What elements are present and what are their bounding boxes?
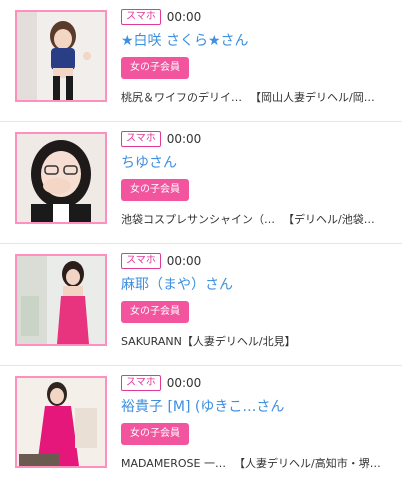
device-badge: スマホ xyxy=(121,9,161,25)
profile-photo[interactable] xyxy=(15,10,107,102)
member-type-badge: 女の子会員 xyxy=(121,179,189,201)
shop-name: 桃尻＆ワイフのデリイ… xyxy=(121,91,242,104)
device-badge: スマホ xyxy=(121,253,161,269)
woman-glasses-photo xyxy=(17,134,105,222)
shop-info[interactable]: MADAMEROSE 一… 【人妻デリヘル/高知市・堺… xyxy=(121,455,392,471)
login-time: 00:00 xyxy=(166,254,202,268)
woman-blue-outfit-photo xyxy=(17,12,105,100)
list-item[interactable]: スマホ 00:00 麻耶（まや）さん 女の子会員 SAKURANN【人妻デリヘル… xyxy=(0,244,402,366)
device-badge: スマホ xyxy=(121,131,161,147)
shop-name: MADAMEROSE 一… xyxy=(121,457,226,470)
shop-info[interactable]: SAKURANN【人妻デリヘル/北見】 xyxy=(121,333,392,349)
list-item[interactable]: スマホ 00:00 ちゆさん 女の子会員 池袋コスプレサンシャイン（… 【デリヘル… xyxy=(0,122,402,244)
list-item[interactable]: スマホ 00:00 ★白咲 さくら★さん 女の子会員 桃尻＆ワイフのデリイ… 【岡… xyxy=(0,0,402,122)
member-name-link[interactable]: ★白咲 さくら★さん xyxy=(121,32,392,50)
woman-pink-dress-photo xyxy=(17,256,105,344)
shop-tag: 【デリヘル/池袋… xyxy=(283,213,375,226)
member-list: スマホ 00:00 ★白咲 さくら★さん 女の子会員 桃尻＆ワイフのデリイ… 【岡… xyxy=(0,0,402,480)
member-name-link[interactable]: 裕貴子 [M] (ゆきこ…さん xyxy=(121,398,392,416)
shop-info[interactable]: 池袋コスプレサンシャイン（… 【デリヘル/池袋… xyxy=(121,211,392,227)
member-type-badge: 女の子会員 xyxy=(121,57,189,79)
shop-info[interactable]: 桃尻＆ワイフのデリイ… 【岡山人妻デリヘル/岡… xyxy=(121,89,392,105)
shop-tag: 【岡山人妻デリヘル/岡… xyxy=(250,91,375,104)
device-badge: スマホ xyxy=(121,375,161,391)
profile-photo[interactable] xyxy=(15,376,107,468)
shop-name: SAKURANN xyxy=(121,335,182,348)
profile-photo[interactable] xyxy=(15,254,107,346)
login-time: 00:00 xyxy=(166,132,202,146)
member-type-badge: 女の子会員 xyxy=(121,423,189,445)
profile-photo[interactable] xyxy=(15,132,107,224)
shop-tag: 【人妻デリヘル/高知市・堺… xyxy=(234,457,381,470)
shop-name: 池袋コスプレサンシャイン（… xyxy=(121,213,275,226)
member-name-link[interactable]: ちゆさん xyxy=(121,154,392,172)
shop-tag: 【人妻デリヘル/北見】 xyxy=(181,335,296,348)
member-type-badge: 女の子会員 xyxy=(121,301,189,323)
woman-magenta-dress-photo xyxy=(17,378,105,466)
login-time: 00:00 xyxy=(166,10,202,24)
list-item[interactable]: スマホ 00:00 裕貴子 [M] (ゆきこ…さん 女の子会員 MADAMERO… xyxy=(0,366,402,480)
member-name-link[interactable]: 麻耶（まや）さん xyxy=(121,276,392,294)
login-time: 00:00 xyxy=(166,376,202,390)
